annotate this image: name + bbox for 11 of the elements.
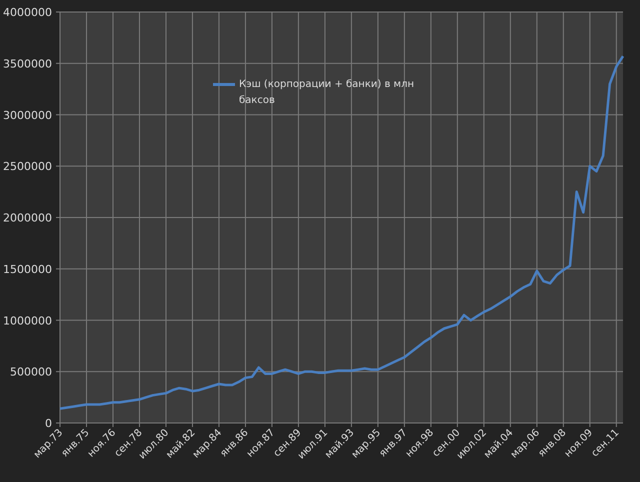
y-axis-label: 3500000	[3, 57, 52, 70]
y-axis-label: 2000000	[3, 212, 52, 224]
legend-label: Кэш (корпорации + банки) в млн баксов	[239, 78, 415, 108]
y-axis-label: 500000	[10, 366, 52, 379]
y-axis-label: 0	[45, 417, 52, 430]
y-axis-label: 2500000	[3, 160, 52, 174]
y-axis-label: 3000000	[3, 108, 52, 122]
legend-line-icon	[213, 83, 235, 87]
y-axis-label: 1000000	[3, 314, 52, 328]
y-axis-label: 1500000	[3, 262, 52, 276]
y-axis-label: 4000000	[3, 6, 52, 19]
